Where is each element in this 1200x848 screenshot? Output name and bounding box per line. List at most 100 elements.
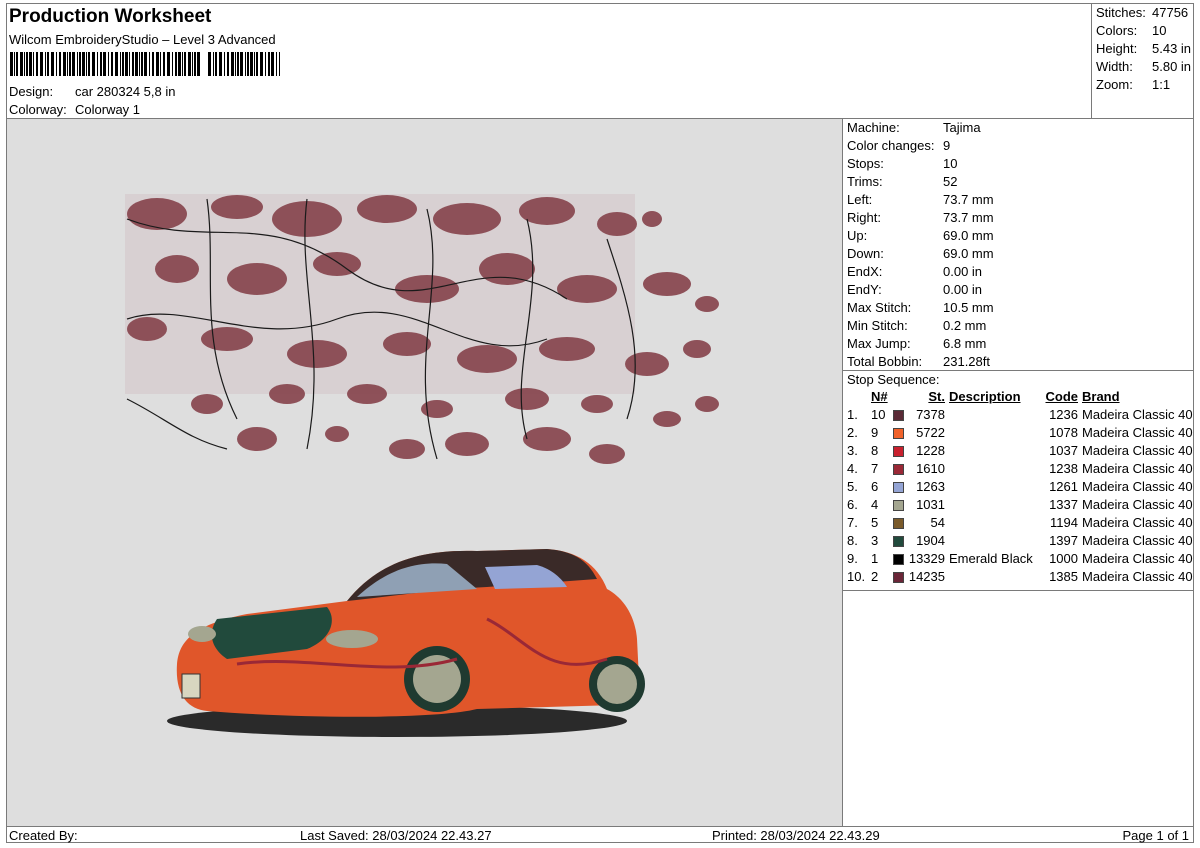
table-row: 7. 5 54 1194 Madeira Classic 40 <box>843 514 1193 532</box>
footer: Created By: Last Saved: 28/03/2024 22.43… <box>7 826 1193 843</box>
machine-info-row: Max Jump: 6.8 mm <box>843 335 1193 353</box>
info-label: EndX: <box>847 264 883 279</box>
row-index: 9. <box>847 551 858 566</box>
machine-info-panel: Machine: Tajima Color changes: 9 Stops: 10 Tri… <box>843 119 1193 826</box>
stitch-count: 1904 <box>916 533 945 548</box>
color-swatch <box>893 464 904 475</box>
color-code: 1000 <box>1049 551 1078 566</box>
info-value: 10 <box>943 156 958 171</box>
machine-info-row: Trims: 52 <box>843 173 1193 191</box>
info-value: 69.0 mm <box>943 228 994 243</box>
stitch-count: 1031 <box>916 497 945 512</box>
info-label: Max Jump: <box>847 336 911 351</box>
color-swatch <box>893 554 904 565</box>
row-index: 5. <box>847 479 858 494</box>
needle-number: 5 <box>871 515 879 530</box>
info-label: Right: <box>847 210 881 225</box>
color-description: Emerald Black <box>949 551 1033 566</box>
info-value: 73.7 mm <box>943 210 994 225</box>
info-label: Total Bobbin: <box>847 354 923 369</box>
summary-row: Stitches: 47756 <box>1096 5 1189 20</box>
machine-info-row: Left: 73.7 mm <box>843 191 1193 209</box>
info-value: 10.5 mm <box>943 300 994 315</box>
row-index: 3. <box>847 443 858 458</box>
col-n: N# <box>871 389 888 404</box>
blossom-branch-illustration <box>125 194 719 464</box>
table-header: N# St. Description Code Brand <box>843 388 1193 406</box>
machine-info-row: Min Stitch: 0.2 mm <box>843 317 1193 335</box>
color-swatch <box>893 410 904 421</box>
thread-brand: Madeira Classic 40 <box>1082 497 1193 512</box>
color-code: 1078 <box>1049 425 1078 440</box>
page-number: Page 1 of 1 <box>1122 828 1190 843</box>
divider <box>843 590 1193 591</box>
created-by: Created By: <box>9 828 78 843</box>
table-row: 8. 3 1904 1397 Madeira Classic 40 <box>843 532 1193 550</box>
thread-brand: Madeira Classic 40 <box>1082 461 1193 476</box>
color-code: 1397 <box>1049 533 1078 548</box>
row-index: 8. <box>847 533 858 548</box>
needle-number: 4 <box>871 497 879 512</box>
machine-info-row: EndX: 0.00 in <box>843 263 1193 281</box>
machine-info-row: EndY: 0.00 in <box>843 281 1193 299</box>
info-value: Tajima <box>943 120 981 135</box>
thread-brand: Madeira Classic 40 <box>1082 515 1193 530</box>
machine-info-row: Total Bobbin: 231.28ft <box>843 353 1193 371</box>
info-value: 0.2 mm <box>943 318 987 333</box>
color-code: 1238 <box>1049 461 1078 476</box>
machine-info-list: Machine: Tajima Color changes: 9 Stops: 10 Tri… <box>843 119 1193 371</box>
table-row: 2. 9 5722 1078 Madeira Classic 40 <box>843 424 1193 442</box>
stitch-count: 7378 <box>916 407 945 422</box>
needle-number: 7 <box>871 461 879 476</box>
table-row: 9. 1 13329 Emerald Black 1000 Madeira Classic… <box>843 550 1193 568</box>
needle-number: 6 <box>871 479 879 494</box>
color-code: 1261 <box>1049 479 1078 494</box>
info-value: 52 <box>943 174 958 189</box>
info-label: Left: <box>847 192 873 207</box>
col-st: St. <box>928 389 945 404</box>
needle-number: 9 <box>871 425 879 440</box>
worksheet: Production Worksheet Wilcom EmbroiderySt… <box>6 3 1194 843</box>
row-index: 4. <box>847 461 858 476</box>
table-row: 3. 8 1228 1037 Madeira Classic 40 <box>843 442 1193 460</box>
info-label: Down: <box>847 246 884 261</box>
col-description: Description <box>949 389 1021 404</box>
thread-brand: Madeira Classic 40 <box>1082 569 1193 584</box>
summary-row: Height: 5.43 in <box>1096 41 1192 56</box>
page-title: Production Worksheet <box>9 6 212 27</box>
machine-info-row: Right: 73.7 mm <box>843 209 1193 227</box>
summary-row: Width: 5.80 in <box>1096 59 1192 74</box>
row-index: 2. <box>847 425 858 440</box>
design-value: car 280324 5,8 in <box>75 84 176 99</box>
info-value: 231.28ft <box>943 354 990 369</box>
info-value: 6.8 mm <box>943 336 987 351</box>
printed-date: Printed: 28/03/2024 22.43.29 <box>712 828 880 843</box>
thread-brand: Madeira Classic 40 <box>1082 425 1193 440</box>
color-code: 1385 <box>1049 569 1078 584</box>
embroidery-design-image <box>125 194 719 737</box>
info-value: 69.0 mm <box>943 246 994 261</box>
thread-brand: Madeira Classic 40 <box>1082 551 1193 566</box>
col-brand: Brand <box>1082 389 1120 404</box>
car-illustration <box>167 549 645 737</box>
info-label: Up: <box>847 228 868 243</box>
color-swatch <box>893 500 904 511</box>
last-saved: Last Saved: 28/03/2024 22.43.27 <box>300 828 492 843</box>
design-label: Design: <box>9 84 54 99</box>
table-row: 5. 6 1263 1261 Madeira Classic 40 <box>843 478 1193 496</box>
stitch-count: 13329 <box>908 551 945 566</box>
info-label: Stops: <box>847 156 884 171</box>
color-code: 1236 <box>1049 407 1078 422</box>
thread-brand: Madeira Classic 40 <box>1082 407 1193 422</box>
machine-info-row: Color changes: 9 <box>843 137 1193 155</box>
info-value: 73.7 mm <box>943 192 994 207</box>
color-swatch <box>893 572 904 583</box>
thread-brand: Madeira Classic 40 <box>1082 533 1193 548</box>
software-name: Wilcom EmbroideryStudio – Level 3 Advanc… <box>9 32 276 47</box>
table-row: 4. 7 1610 1238 Madeira Classic 40 <box>843 460 1193 478</box>
info-label: Color changes: <box>847 138 935 153</box>
stitch-count: 5722 <box>916 425 945 440</box>
row-index: 10. <box>847 569 866 584</box>
stop-sequence-title: Stop Sequence: <box>843 370 1193 388</box>
machine-info-row: Down: 69.0 mm <box>843 245 1193 263</box>
